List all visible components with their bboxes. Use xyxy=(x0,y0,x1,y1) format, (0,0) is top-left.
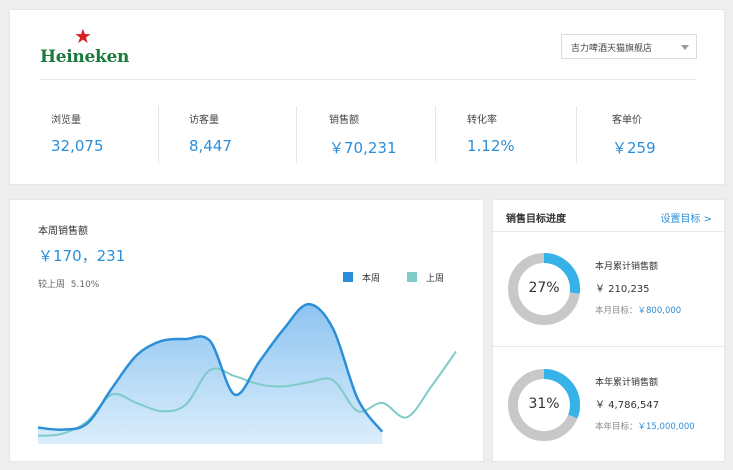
goal-label: 本年目标： xyxy=(595,422,638,432)
metric-divider xyxy=(158,106,159,163)
metric-value: 32,075 xyxy=(51,137,104,155)
metric-divider xyxy=(576,106,577,163)
set-target-link[interactable]: 设置目标 > xyxy=(660,210,712,225)
metric-label: 访客量 xyxy=(189,115,219,126)
store-select[interactable]: 吉力啤酒天猫旗舰店 xyxy=(561,34,697,59)
metric-value: ￥70,231 xyxy=(329,139,397,157)
month-goal: 本月目标：￥800,000 xyxy=(595,304,681,316)
metric-value: 1.12% xyxy=(467,137,515,155)
goal-value: ￥800,000 xyxy=(637,306,682,316)
year-amount: ￥ 4,786,547 xyxy=(595,400,660,411)
year-percent: 31% xyxy=(528,396,560,412)
heineken-logo: ★ Heineken xyxy=(40,26,130,70)
red-star-icon: ★ xyxy=(74,24,92,48)
divider xyxy=(493,231,726,232)
metric-divider xyxy=(435,106,436,163)
target-title: 销售目标进度 xyxy=(506,214,566,225)
metric-label: 销售额 xyxy=(329,115,359,126)
metric-divider xyxy=(296,106,297,163)
month-progress-donut: 27% xyxy=(507,252,581,326)
store-select-value: 吉力啤酒天猫旗舰店 xyxy=(571,44,653,54)
overview-card: ★ Heineken 吉力啤酒天猫旗舰店 浏览量 32,075 访客量 8,44… xyxy=(9,9,725,185)
weekly-sales-card: 本周销售额 ￥170，231 较上周 5.10% 本周 上周 xyxy=(9,199,484,462)
metric-label: 转化率 xyxy=(467,115,497,126)
sales-chart xyxy=(37,302,457,444)
year-label: 本年累计销售额 xyxy=(595,378,659,388)
metric-value: 8,447 xyxy=(189,137,232,155)
goal-value: ￥15,000,000 xyxy=(637,422,695,432)
metric-value: ￥259 xyxy=(612,139,656,157)
month-label: 本月累计销售额 xyxy=(595,262,659,272)
chevron-down-icon xyxy=(681,45,689,50)
metric-sales: 销售额 ￥70,231 xyxy=(317,106,435,163)
metric-page-views: 浏览量 32,075 xyxy=(39,106,158,163)
divider xyxy=(493,346,726,347)
year-goal: 本年目标：￥15,000,000 xyxy=(595,420,695,432)
month-amount: ￥ 210,235 xyxy=(595,284,650,295)
brand-wordmark: Heineken xyxy=(40,47,130,67)
year-progress-donut: 31% xyxy=(507,368,581,442)
metric-avg-order: 客单价 ￥259 xyxy=(600,106,710,163)
month-percent: 27% xyxy=(528,280,560,296)
metric-visitors: 访客量 8,447 xyxy=(177,106,296,163)
goal-label: 本月目标： xyxy=(595,306,638,316)
metric-label: 客单价 xyxy=(612,115,642,126)
sales-target-card: 销售目标进度 设置目标 > 27% 本月累计销售额 ￥ 210,235 本月目标… xyxy=(492,199,726,462)
metric-label: 浏览量 xyxy=(51,115,81,126)
divider xyxy=(40,79,696,80)
metric-conversion: 转化率 1.12% xyxy=(455,106,576,163)
